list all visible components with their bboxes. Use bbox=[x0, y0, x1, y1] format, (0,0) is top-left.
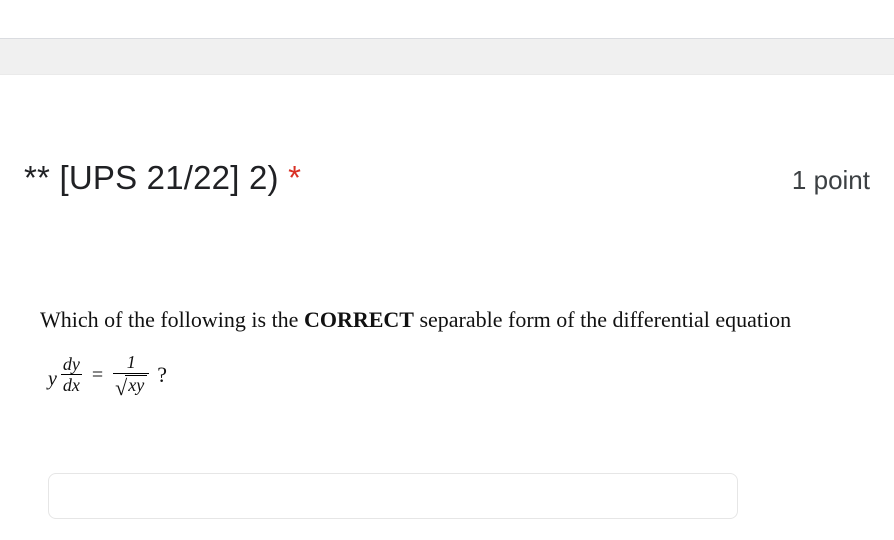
question-title: ** [UPS 21/22] 2) * bbox=[24, 159, 301, 197]
question-title-text: ** [UPS 21/22] 2) bbox=[24, 159, 288, 196]
eq-dy: dy bbox=[61, 355, 82, 374]
question-header: ** [UPS 21/22] 2) * 1 point bbox=[24, 159, 870, 197]
radical-icon: √ bbox=[115, 377, 127, 399]
answer-option-card[interactable] bbox=[48, 473, 738, 519]
question-text-suffix: separable form of the differential equat… bbox=[414, 307, 791, 332]
eq-question-mark: ? bbox=[157, 364, 167, 386]
eq-frac-dy-dx: dy dx bbox=[61, 355, 82, 396]
sqrt-wrap: √ xy bbox=[115, 375, 147, 397]
equation: y dy dx = 1 √ xy ? bbox=[48, 353, 870, 397]
fraction-bar-icon bbox=[113, 373, 149, 374]
eq-dx: dx bbox=[61, 376, 82, 395]
question-text-emph: CORRECT bbox=[304, 307, 414, 332]
page: ** [UPS 21/22] 2) * 1 point Which of the… bbox=[0, 38, 894, 519]
question-text: Which of the following is the CORRECT se… bbox=[40, 307, 870, 333]
question-text-prefix: Which of the following is the bbox=[40, 307, 304, 332]
eq-y: y bbox=[48, 369, 57, 389]
eq-frac-rhs: 1 √ xy bbox=[113, 353, 149, 397]
question-points: 1 point bbox=[792, 165, 870, 196]
eq-one: 1 bbox=[125, 353, 138, 372]
question-card: ** [UPS 21/22] 2) * 1 point Which of the… bbox=[0, 75, 894, 519]
background-band bbox=[0, 39, 894, 75]
eq-sqrt: √ xy bbox=[113, 375, 149, 397]
required-star: * bbox=[288, 159, 301, 196]
eq-equals: = bbox=[92, 365, 103, 385]
eq-radicand: xy bbox=[125, 375, 147, 396]
